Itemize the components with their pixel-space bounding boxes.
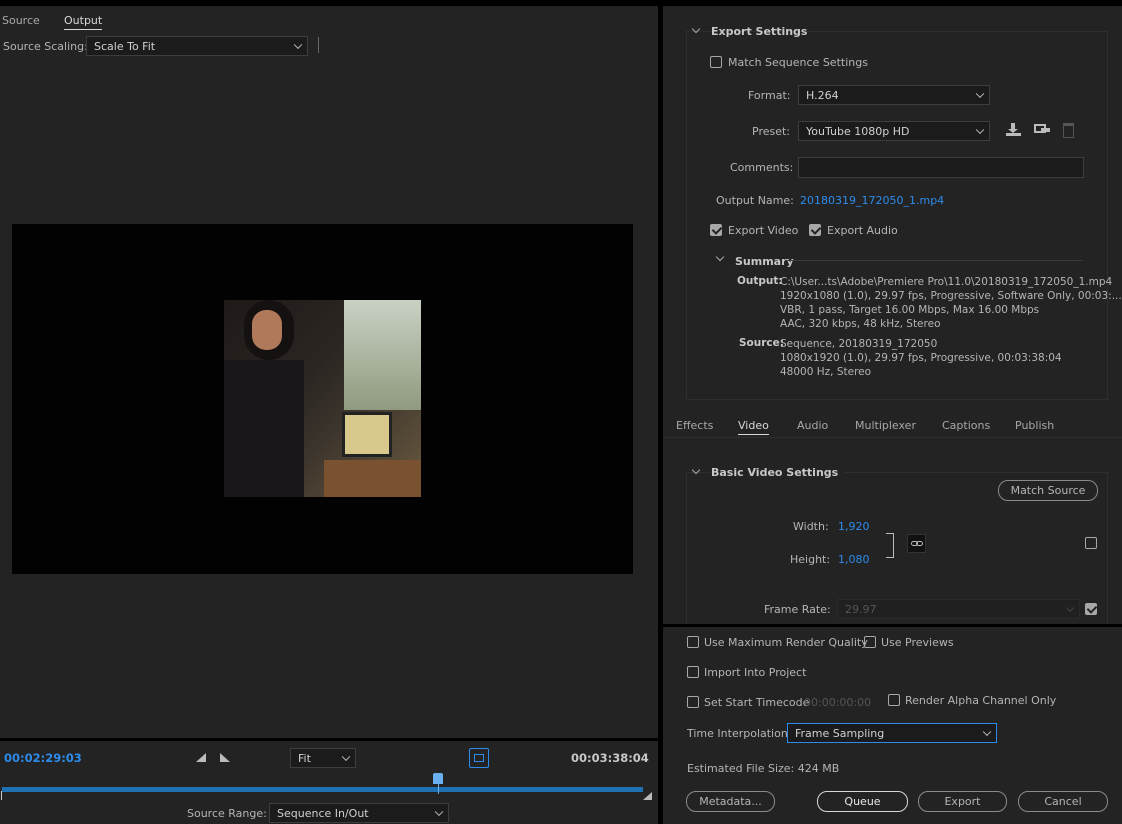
summary-source-text: Sequence, 20180319_172050 1080x1920 (1.0… xyxy=(780,338,1062,378)
export-audio-label: Export Audio xyxy=(827,224,898,237)
source-range-dropdown[interactable]: Sequence In/Out xyxy=(269,803,449,823)
max-render-checkbox[interactable] xyxy=(687,636,699,648)
tab-multiplexer[interactable]: Multiplexer xyxy=(855,419,916,432)
import-preset-icon[interactable] xyxy=(1034,124,1050,136)
chevron-down-icon xyxy=(975,125,985,135)
frame-rate-value: 29.97 xyxy=(845,602,877,616)
mark-in-icon[interactable] xyxy=(196,753,206,762)
export-audio-checkbox[interactable] xyxy=(809,224,821,236)
video-frame xyxy=(12,224,633,574)
export-settings-panel: Export Settings Match Sequence Settings … xyxy=(663,6,1122,411)
export-video-label: Export Video xyxy=(728,224,799,237)
format-dropdown[interactable]: H.264 xyxy=(798,85,990,105)
divider xyxy=(318,37,319,53)
use-previews-checkbox[interactable] xyxy=(864,636,876,648)
preset-dropdown[interactable]: YouTube 1080p HD xyxy=(798,121,990,141)
summary-source-label: Source: xyxy=(739,337,784,349)
export-video-checkbox[interactable] xyxy=(710,224,722,236)
estimated-file-size: Estimated File Size: 424 MB xyxy=(687,762,840,775)
start-timecode-checkbox[interactable] xyxy=(687,696,699,708)
height-value[interactable]: 1,080 xyxy=(838,553,870,566)
tab-output[interactable]: Output xyxy=(64,14,103,30)
match-source-button[interactable]: Match Source xyxy=(998,480,1098,501)
tab-video[interactable]: Video xyxy=(738,419,769,435)
aspect-ratio-icon[interactable] xyxy=(469,748,489,768)
output-name-link[interactable]: 20180319_172050_1.mp4 xyxy=(800,194,944,207)
export-button[interactable]: Export xyxy=(918,791,1007,812)
output-preview-panel: Source Output Source Scaling: Scale To F… xyxy=(0,6,658,738)
tab-divider xyxy=(663,437,1122,438)
timeline-end-marker[interactable] xyxy=(643,792,652,800)
time-interpolation-dropdown[interactable]: Frame Sampling xyxy=(787,723,997,743)
metadata-button[interactable]: Metadata... xyxy=(686,791,775,812)
timeline-start-marker xyxy=(1,791,2,800)
frame-rate-dropdown[interactable]: 29.97 xyxy=(837,599,1080,619)
summary-output-label: Output: xyxy=(737,275,783,287)
export-settings-title: Export Settings xyxy=(711,25,808,38)
frame-rate-label: Frame Rate: xyxy=(764,603,831,616)
link-bracket xyxy=(886,533,894,558)
comments-label: Comments: xyxy=(730,161,794,174)
zoom-dropdown[interactable]: Fit xyxy=(290,748,356,768)
timeline-track[interactable] xyxy=(2,787,643,792)
resize-checkbox[interactable] xyxy=(1085,537,1097,549)
format-label: Format: xyxy=(748,89,791,102)
use-previews-label: Use Previews xyxy=(881,636,954,649)
queue-button[interactable]: Queue xyxy=(817,791,908,812)
cancel-button[interactable]: Cancel xyxy=(1018,791,1108,812)
chevron-down-icon xyxy=(1065,603,1075,613)
current-timecode[interactable]: 00:02:29:03 xyxy=(4,751,82,765)
source-scaling-label: Source Scaling: xyxy=(3,40,88,53)
output-name-label: Output Name: xyxy=(716,194,794,207)
format-value: H.264 xyxy=(806,88,839,102)
source-scaling-value: Scale To Fit xyxy=(94,39,156,53)
preset-value: YouTube 1080p HD xyxy=(806,124,910,138)
chevron-down-icon xyxy=(434,807,444,817)
summary-title: Summary xyxy=(735,255,794,268)
playhead-line xyxy=(437,784,439,794)
comments-input[interactable] xyxy=(798,157,1084,178)
height-label: Height: xyxy=(790,553,831,566)
total-timecode: 00:03:38:04 xyxy=(571,751,649,765)
source-range-label: Source Range: xyxy=(187,807,267,820)
playhead-icon[interactable] xyxy=(432,773,443,784)
save-preset-icon[interactable] xyxy=(1006,123,1021,137)
preset-label: Preset: xyxy=(752,125,791,138)
tab-captions[interactable]: Captions xyxy=(942,419,990,432)
width-value[interactable]: 1,920 xyxy=(838,520,870,533)
width-label: Width: xyxy=(793,520,829,533)
chevron-down-icon xyxy=(293,40,303,50)
chevron-down-icon xyxy=(975,89,985,99)
tab-audio[interactable]: Audio xyxy=(797,419,828,432)
delete-preset-icon[interactable] xyxy=(1063,123,1074,138)
timeline-area: 00:02:29:03 Fit 00:03:38:04 Source Range… xyxy=(0,741,658,824)
source-scaling-dropdown[interactable]: Scale To Fit xyxy=(86,36,308,56)
import-project-checkbox[interactable] xyxy=(687,666,699,678)
basic-video-title: Basic Video Settings xyxy=(711,466,845,479)
video-thumbnail xyxy=(224,300,421,497)
time-interpolation-value: Frame Sampling xyxy=(795,726,885,740)
render-alpha-checkbox[interactable] xyxy=(888,694,900,706)
chevron-down-icon xyxy=(982,727,992,737)
tab-publish[interactable]: Publish xyxy=(1015,419,1054,432)
time-interpolation-label: Time Interpolation: xyxy=(687,727,792,740)
zoom-value: Fit xyxy=(298,751,311,765)
match-sequence-label: Match Sequence Settings xyxy=(728,56,868,69)
import-project-label: Import Into Project xyxy=(704,666,807,679)
tab-source[interactable]: Source xyxy=(2,14,40,27)
summary-divider xyxy=(785,260,1083,261)
tab-effects[interactable]: Effects xyxy=(676,419,713,432)
start-timecode-label: Set Start Timecode xyxy=(704,696,810,709)
chevron-down-icon xyxy=(341,752,351,762)
start-timecode-value: 00:00:00:00 xyxy=(804,696,872,709)
link-icon[interactable] xyxy=(907,534,926,553)
mark-out-icon[interactable] xyxy=(220,753,230,762)
render-alpha-label: Render Alpha Channel Only xyxy=(905,694,1057,707)
max-render-label: Use Maximum Render Quality xyxy=(704,636,868,649)
match-sequence-checkbox[interactable] xyxy=(710,56,722,68)
summary-output-text: C:\User...ts\Adobe\Premiere Pro\11.0\201… xyxy=(780,276,1122,330)
source-range-value: Sequence In/Out xyxy=(277,806,369,820)
frame-rate-checkbox[interactable] xyxy=(1085,603,1097,615)
